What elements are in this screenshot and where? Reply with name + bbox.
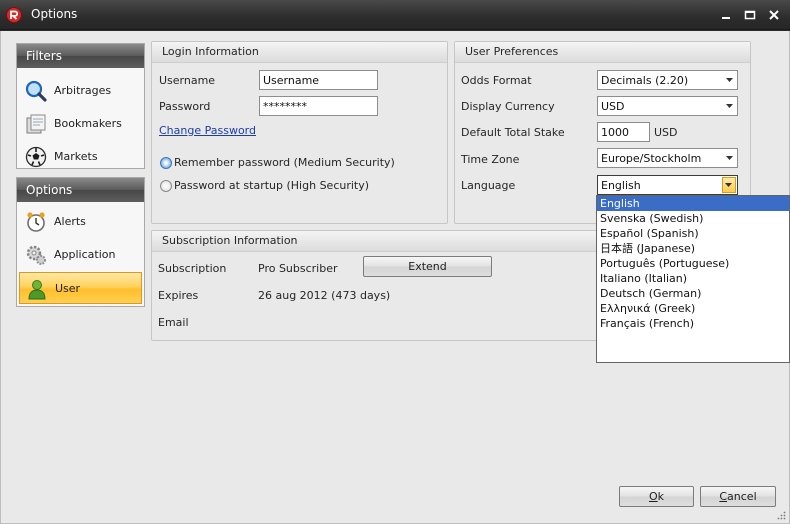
user-icon bbox=[28, 280, 46, 300]
filters-panel: Filters Arbitrages Bookmakers Markets bbox=[16, 43, 145, 169]
time-zone-value: Europe/Stockholm bbox=[601, 152, 702, 165]
expires-label: Expires bbox=[158, 289, 199, 302]
language-option[interactable]: Español (Spanish) bbox=[597, 226, 789, 241]
language-option[interactable]: Ελληνικά (Greek) bbox=[597, 301, 789, 316]
remember-password-label[interactable]: Remember password (Medium Security) bbox=[174, 156, 395, 169]
password-at-startup-radio[interactable] bbox=[160, 180, 172, 192]
display-currency-select[interactable]: USD bbox=[597, 96, 738, 116]
change-password-link[interactable]: Change Password bbox=[159, 124, 256, 137]
chevron-down-icon bbox=[726, 78, 733, 82]
language-dropdown-list: English Svenska (Swedish) Español (Spani… bbox=[596, 195, 790, 363]
time-zone-select[interactable]: Europe/Stockholm bbox=[597, 148, 738, 168]
chevron-down-icon bbox=[726, 156, 733, 160]
expires-value: 26 aug 2012 (473 days) bbox=[258, 289, 391, 302]
group-title: User Preferences bbox=[455, 42, 750, 63]
nav-item-label: Markets bbox=[54, 150, 98, 163]
app-logo-icon bbox=[6, 7, 22, 23]
odds-format-label: Odds Format bbox=[461, 74, 532, 87]
ok-label-rest: k bbox=[657, 490, 665, 503]
nav-item-label: Alerts bbox=[54, 215, 86, 228]
close-icon[interactable] bbox=[768, 9, 780, 21]
options-panel: Options Alerts Application User bbox=[16, 177, 145, 307]
email-label: Email bbox=[158, 316, 189, 329]
odds-format-value: Decimals (2.20) bbox=[601, 74, 689, 87]
ok-button[interactable]: Ok bbox=[619, 486, 694, 507]
default-stake-field[interactable]: 1000 bbox=[597, 122, 650, 142]
password-label: Password bbox=[159, 100, 211, 113]
soccer-ball-icon bbox=[25, 146, 47, 168]
language-dropdown-button[interactable] bbox=[722, 177, 736, 193]
default-stake-label: Default Total Stake bbox=[461, 126, 565, 139]
language-select[interactable]: English bbox=[597, 175, 738, 195]
alarm-clock-icon bbox=[27, 212, 45, 232]
chevron-down-icon bbox=[725, 183, 732, 187]
minimize-icon[interactable] bbox=[720, 9, 732, 21]
login-information-group: Login Information Username Username Pass… bbox=[151, 41, 448, 224]
display-currency-label: Display Currency bbox=[461, 100, 555, 113]
language-option[interactable]: Svenska (Swedish) bbox=[597, 211, 789, 226]
nav-item-bookmakers[interactable]: Bookmakers bbox=[19, 108, 142, 140]
subscription-label: Subscription bbox=[158, 262, 227, 275]
nav-item-label: Application bbox=[54, 248, 116, 261]
magnifier-icon bbox=[25, 80, 47, 102]
group-title: Login Information bbox=[152, 42, 447, 63]
nav-item-label: Arbitrages bbox=[54, 84, 112, 97]
nav-item-markets[interactable]: Markets bbox=[19, 141, 142, 173]
time-zone-label: Time Zone bbox=[461, 153, 520, 166]
cancel-button[interactable]: Cancel bbox=[700, 486, 776, 507]
gears-icon bbox=[26, 245, 46, 265]
window-title: Options bbox=[31, 7, 78, 21]
language-option[interactable]: Português (Portuguese) bbox=[597, 256, 789, 271]
odds-format-select[interactable]: Decimals (2.20) bbox=[597, 70, 738, 90]
language-label: Language bbox=[461, 179, 516, 192]
password-at-startup-label[interactable]: Password at startup (High Security) bbox=[174, 179, 369, 192]
filters-header: Filters bbox=[17, 44, 144, 68]
nav-item-arbitrages[interactable]: Arbitrages bbox=[19, 75, 142, 107]
bookmakers-icon bbox=[26, 114, 46, 134]
stake-currency-label: USD bbox=[654, 126, 678, 139]
title-bar: Options bbox=[0, 0, 790, 30]
options-header: Options bbox=[17, 178, 144, 202]
cancel-mnemonic: C bbox=[719, 490, 728, 503]
subscription-value: Pro Subscriber bbox=[258, 262, 338, 275]
nav-item-label: Bookmakers bbox=[54, 117, 122, 130]
language-option[interactable]: Français (French) bbox=[597, 316, 789, 331]
nav-item-user[interactable]: User bbox=[19, 272, 142, 304]
extend-button[interactable]: Extend bbox=[363, 256, 492, 277]
nav-item-label: User bbox=[55, 282, 81, 295]
maximize-icon[interactable] bbox=[744, 9, 756, 21]
resize-grip-icon[interactable] bbox=[776, 510, 786, 520]
chevron-down-icon bbox=[726, 104, 733, 108]
display-currency-value: USD bbox=[601, 100, 625, 113]
password-field[interactable]: ******** bbox=[259, 96, 378, 116]
language-option[interactable]: 日本語 (Japanese) bbox=[597, 241, 789, 256]
username-field[interactable]: Username bbox=[259, 70, 378, 90]
nav-item-alerts[interactable]: Alerts bbox=[19, 206, 142, 238]
language-option[interactable]: Italiano (Italian) bbox=[597, 271, 789, 286]
language-option[interactable]: Deutsch (German) bbox=[597, 286, 789, 301]
nav-item-application[interactable]: Application bbox=[19, 239, 142, 271]
remember-password-radio[interactable] bbox=[160, 157, 172, 169]
language-option[interactable]: English bbox=[597, 196, 789, 211]
language-value: English bbox=[601, 179, 641, 192]
ok-mnemonic: O bbox=[648, 490, 658, 503]
username-label: Username bbox=[159, 74, 216, 87]
cancel-label-rest: ancel bbox=[727, 490, 757, 503]
